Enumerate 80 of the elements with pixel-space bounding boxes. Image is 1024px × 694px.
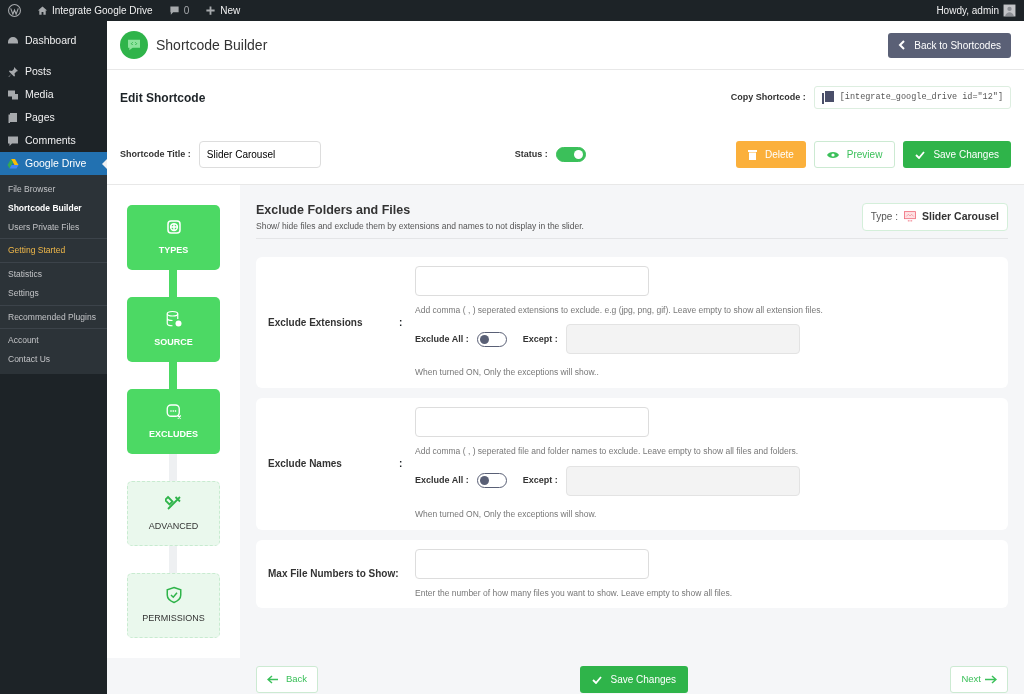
database-icon [164,309,183,328]
pages-icon [7,111,19,124]
field-label: Except : [522,332,558,346]
submenu-item[interactable]: Getting Started [0,241,107,260]
field-label: Exclude Extensions [268,315,364,330]
check-icon [915,150,926,159]
hint-text: Add comma ( , ) seperated extensions to exclude. e.g (jpg, png, gif). Leave empty to show all extension files. [415,303,823,317]
menu-item[interactable]: Media [0,83,107,106]
exclude-all-toggle[interactable] [476,473,507,489]
grid-icon [164,217,183,236]
comment-icon [168,5,180,16]
field-label: Exclude Names [268,457,343,472]
field-label: Copy Shortcode : [730,90,806,104]
field-label: Exclude All : [415,474,469,487]
menu-item[interactable]: Dashboard [0,29,107,52]
page-title: Shortcode Builder [156,35,268,55]
hint-text: When turned ON, Only the exceptions will show. [415,507,598,521]
step-tab[interactable]: PERMISSIONS [127,573,220,638]
comment-icon [7,134,19,147]
chevron-left-icon [898,40,907,50]
status-toggle[interactable] [555,147,586,162]
greeting-link[interactable]: Howdy, admin [936,3,999,18]
submenu-item[interactable]: Shortcode Builder [0,198,107,218]
media-icon [7,88,19,101]
submenu-item[interactable]: Statistics [0,265,107,284]
pin-icon [7,65,19,78]
hint-text: When turned ON, Only the exceptions will show.. [415,366,600,379]
arrow-right-icon [985,675,997,684]
hint-text: Enter the number of how many files you want to show. Leave empty to show all files. [415,586,733,600]
section-description: Show/ hide files and exclude them by extensions and names to not display in the slider. [256,219,584,233]
submenu-item[interactable]: File Browser [0,180,107,199]
menu-item[interactable]: Google Drive [0,152,107,175]
copy-icon [821,91,834,104]
submenu-item[interactable]: Contact Us [0,350,107,369]
site-link[interactable]: Integrate Google Drive [52,3,153,18]
tools-icon [164,493,183,512]
submenu-item[interactable]: Account [0,331,107,350]
colon-text: : [399,457,404,472]
drive-icon [7,157,19,170]
type-badge: Type : Slider Carousel [861,202,1008,231]
submenu-item[interactable]: Users Private Files [0,217,107,237]
field-label: Except : [522,474,558,487]
menu-item[interactable]: Pages [0,106,107,129]
arrow-left-icon [267,675,278,684]
except-input[interactable] [565,324,800,355]
text-input[interactable] [415,265,649,296]
logo-icon [120,31,148,59]
field-label: Shortcode Title : [120,147,191,161]
field-label: Status : [514,147,548,161]
avatar-icon [1003,4,1016,17]
submenu-item[interactable]: Recommended Plugins [0,307,107,327]
text-input[interactable] [415,407,649,437]
new-link[interactable]: New [220,3,241,18]
menu-item[interactable]: Posts [0,60,107,83]
number-input[interactable] [415,548,649,579]
section-title: Edit Shortcode [120,89,206,107]
check-icon [592,675,603,684]
gauge-icon [7,34,19,47]
step-tab[interactable]: ADVANCED [127,481,220,546]
field-label: Max File Numbers to Show: [268,567,400,582]
home-icon [37,5,48,16]
menu-item[interactable]: Comments [0,129,107,152]
wordpress-icon [8,4,21,17]
exclude-icon [164,401,183,420]
hint-text: Add comma ( , ) seperated file and folder names to exclude. Leave empty to show all files and folders. [415,445,800,458]
shield-check-icon [164,585,183,604]
submenu-item[interactable]: Settings [0,283,107,303]
plus-icon [205,5,217,16]
comment-count[interactable]: 0 [183,3,190,18]
back-to-shortcodes-button[interactable]: Back to Shortcodes [888,32,1011,58]
slider-icon [902,210,917,224]
exclude-all-toggle[interactable] [476,331,507,347]
trash-icon [747,149,757,160]
shortcode-copy-field[interactable]: [integrate_google_drive id="12"] [813,86,1011,109]
section-heading: Exclude Folders and Files [256,202,412,219]
field-label: Exclude All : [415,332,469,346]
colon-text: : [399,315,404,330]
title-input[interactable]: Slider Carousel [198,141,321,168]
except-input[interactable] [565,465,800,496]
eye-icon [826,150,839,159]
